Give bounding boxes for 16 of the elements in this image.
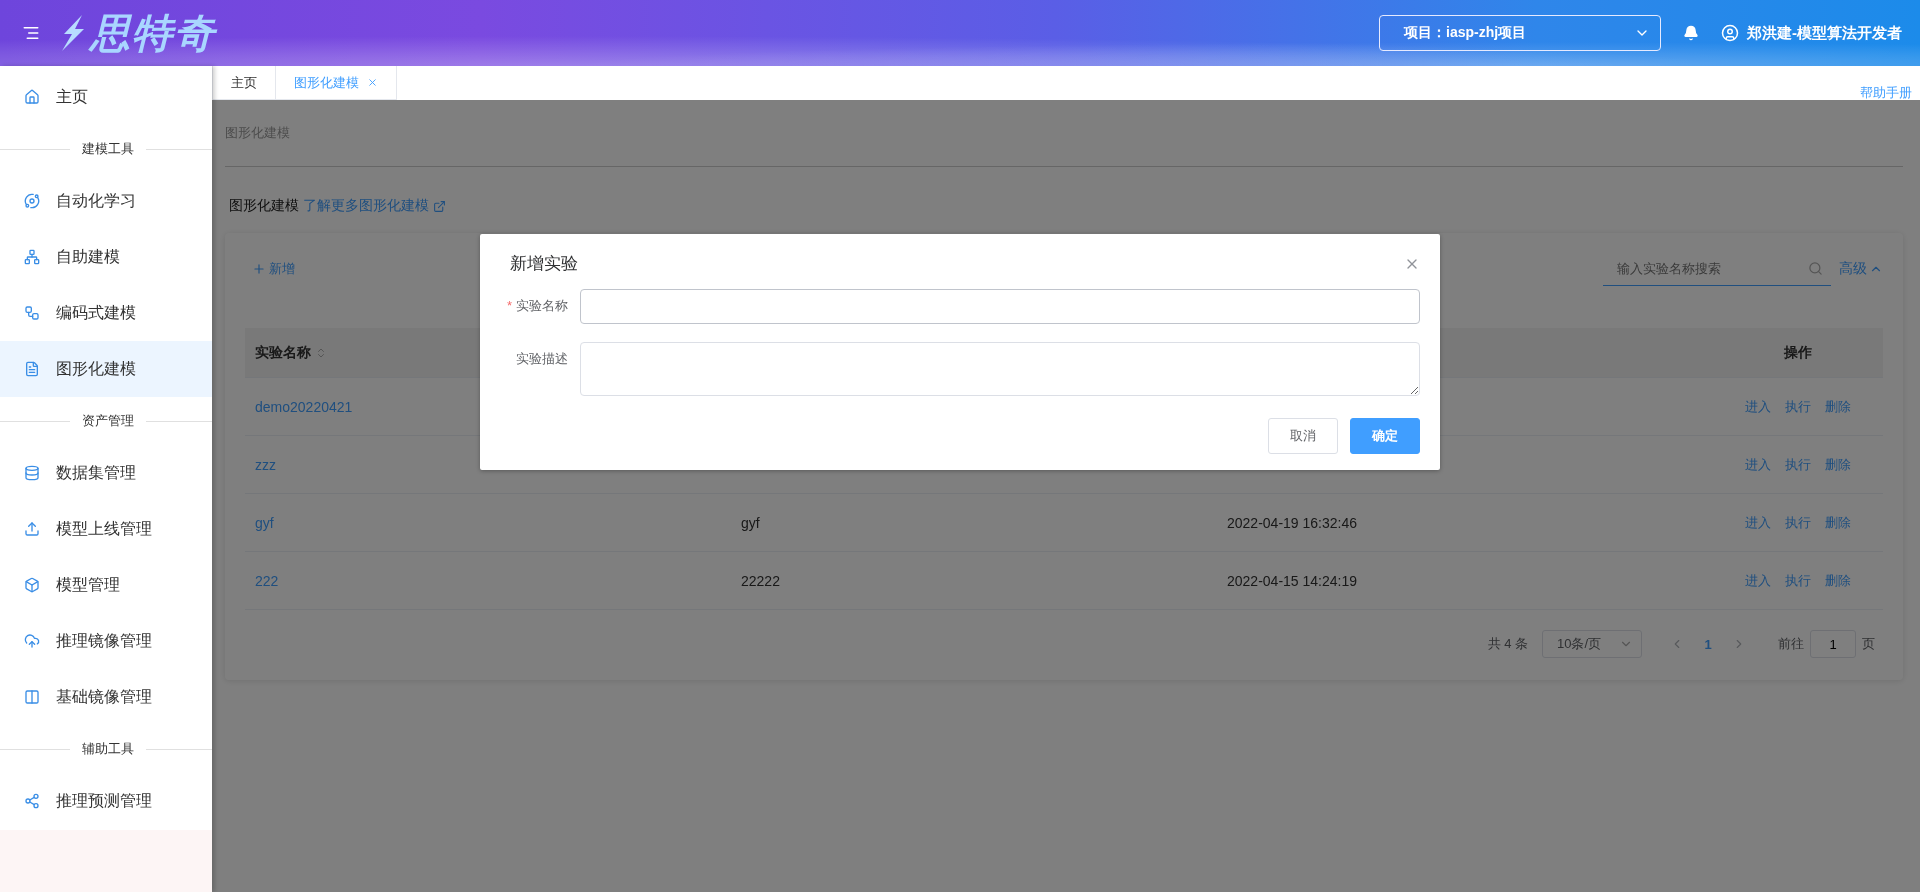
field-label: * 实验名称 [505,297,569,315]
table-cell-text: gyf [740,514,761,531]
table-cell-text: 2022-04-19 16:32:46 [1226,514,1358,531]
brand-name: 思特奇 [90,9,216,57]
page-suffix: 页 [1862,635,1875,653]
section-title: 建模工具 [82,140,134,158]
section-title: 资产管理 [82,412,134,430]
table-cell-text: 22222 [740,572,781,589]
table-cell-text: 2022-04-15 14:24:19 [1226,572,1358,589]
total-count: 共 4 条 [1487,635,1528,653]
page-title: 图形化建模 [229,197,299,215]
field-label: 实验描述 [515,350,569,368]
section-title: 辅助工具 [82,740,134,758]
column-header: 操作 [1784,343,1812,362]
goto-label: 前往 [1778,635,1804,653]
dialog-title: 新增实验 [510,253,578,275]
